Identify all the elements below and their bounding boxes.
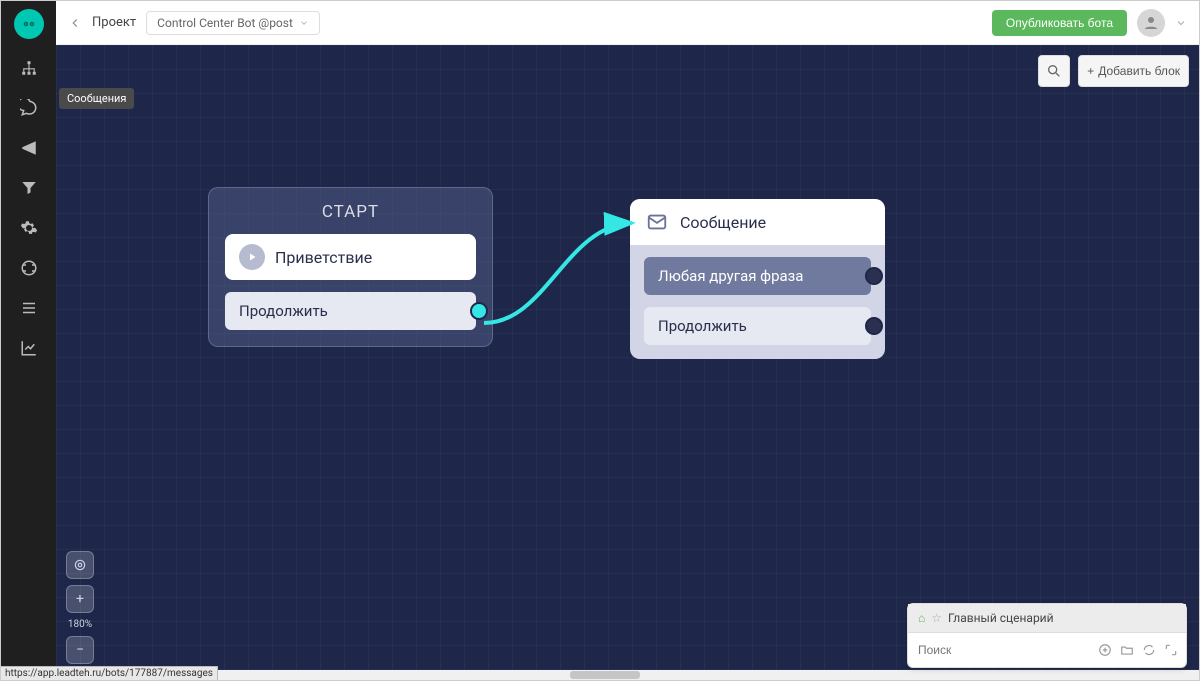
star-icon: ☆ — [931, 611, 942, 625]
node-start-title: СТАРТ — [225, 202, 476, 222]
scenario-header[interactable]: ⌂ ☆ Главный сценарий — [908, 604, 1186, 633]
horizontal-scrollbar[interactable] — [56, 670, 1199, 680]
scenario-panel: ⌂ ☆ Главный сценарий — [907, 603, 1187, 668]
node-message-row2-label: Продолжить — [658, 317, 747, 335]
scenario-refresh-icon[interactable] — [1142, 643, 1156, 657]
node-start-row-label: Продолжить — [239, 302, 328, 320]
sidebar-item-filter[interactable] — [18, 177, 40, 199]
scenario-expand-icon[interactable] — [1164, 643, 1178, 657]
app-logo[interactable] — [14, 9, 44, 39]
user-menu-chevron-icon[interactable] — [1175, 17, 1187, 29]
sidebar-item-structure[interactable] — [18, 57, 40, 79]
plus-icon: + — [1087, 64, 1094, 78]
user-avatar[interactable] — [1137, 9, 1165, 37]
connector-output[interactable] — [865, 267, 883, 285]
sidebar-item-support[interactable] — [18, 257, 40, 279]
canvas-controls: + Добавить блок — [1038, 55, 1189, 87]
node-start[interactable]: СТАРТ Приветствие Продолжить — [208, 187, 493, 347]
sidebar-item-stats[interactable] — [18, 337, 40, 359]
scenario-title: Главный сценарий — [948, 611, 1054, 625]
node-message-title: Сообщение — [680, 213, 766, 232]
sidebar — [1, 1, 56, 680]
home-icon: ⌂ — [918, 611, 925, 625]
project-name: Control Center Bot @post — [157, 16, 293, 30]
back-button[interactable] — [68, 16, 82, 30]
add-block-button[interactable]: + Добавить блок — [1078, 55, 1189, 87]
connector-output[interactable] — [865, 317, 883, 335]
scenario-folder-icon[interactable] — [1120, 643, 1134, 657]
sidebar-item-broadcast[interactable] — [18, 137, 40, 159]
scrollbar-thumb[interactable] — [570, 671, 640, 679]
play-icon — [239, 244, 265, 270]
fit-view-button[interactable] — [66, 551, 94, 579]
search-icon — [1046, 63, 1062, 79]
node-start-header[interactable]: Приветствие — [225, 234, 476, 280]
zoom-controls: + 180% − — [66, 551, 94, 664]
node-message-row1-label: Любая другая фраза — [658, 267, 803, 285]
publish-button[interactable]: Опубликовать бота — [992, 10, 1127, 36]
main: Проект Control Center Bot @post Опублико… — [56, 1, 1199, 680]
add-block-label: Добавить блок — [1098, 64, 1180, 78]
envelope-icon — [646, 211, 668, 233]
project-selector[interactable]: Control Center Bot @post — [146, 11, 320, 35]
project-label: Проект — [92, 15, 136, 30]
sidebar-tooltip: Сообщения — [59, 88, 134, 109]
connector-output[interactable] — [470, 302, 488, 320]
node-start-row-continue[interactable]: Продолжить — [225, 292, 476, 330]
header: Проект Control Center Bot @post Опублико… — [56, 1, 1199, 45]
scenario-add-icon[interactable] — [1098, 643, 1112, 657]
node-start-name: Приветствие — [275, 248, 372, 267]
canvas-wrap: + Добавить блок СТАРТ Приветствие Продол… — [56, 45, 1199, 680]
sidebar-item-list[interactable] — [18, 297, 40, 319]
zoom-in-button[interactable]: + — [66, 585, 94, 613]
search-button[interactable] — [1038, 55, 1070, 87]
sidebar-item-messages[interactable] — [18, 97, 40, 119]
scenario-search-input[interactable] — [916, 639, 1092, 661]
chevron-down-icon — [299, 18, 309, 28]
node-message-header[interactable]: Сообщение — [630, 199, 885, 245]
node-message-row-continue[interactable]: Продолжить — [644, 307, 871, 345]
zoom-out-button[interactable]: − — [66, 636, 94, 664]
node-message-row-anyphrase[interactable]: Любая другая фраза — [644, 257, 871, 295]
sidebar-item-settings[interactable] — [18, 217, 40, 239]
status-bar-url: https://app.leadteh.ru/bots/177887/messa… — [1, 666, 218, 680]
node-message[interactable]: Сообщение Любая другая фраза Продолжить — [630, 199, 885, 359]
flow-canvas[interactable] — [56, 45, 1199, 680]
zoom-level: 180% — [68, 619, 92, 630]
